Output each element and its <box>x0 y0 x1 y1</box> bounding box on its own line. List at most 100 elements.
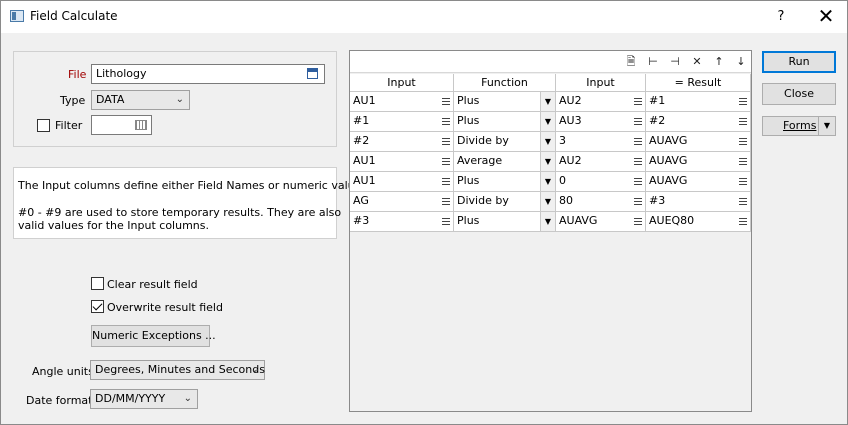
calculation-grid-panel: 🗎 ⊢ ⊣ ✕ ↑ ↓ Input Function Input = Resul… <box>349 50 752 412</box>
function-cell[interactable]: Divide by ▼ <box>454 132 556 152</box>
field-menu-icon[interactable] <box>442 198 450 205</box>
function-cell[interactable]: Average ▼ <box>454 152 556 172</box>
field-menu-icon[interactable] <box>634 118 642 125</box>
input-1-cell[interactable]: AG <box>350 192 454 212</box>
field-menu-icon[interactable] <box>739 98 747 105</box>
input-2-cell[interactable]: AU2 <box>556 92 646 112</box>
table-row[interactable]: #2 Divide by ▼ 3 AUAVG <box>350 132 751 152</box>
table-row[interactable]: #1 Plus ▼ AU3 #2 <box>350 112 751 132</box>
input-2-cell[interactable]: AU3 <box>556 112 646 132</box>
header-result[interactable]: = Result <box>646 74 751 92</box>
field-menu-icon[interactable] <box>739 178 747 185</box>
move-up-icon[interactable]: ↑ <box>711 54 727 70</box>
table-row[interactable]: AG Divide by ▼ 80 #3 <box>350 192 751 212</box>
function-cell[interactable]: Plus ▼ <box>454 212 556 232</box>
append-row-icon[interactable]: ⊣ <box>667 54 683 70</box>
table-row[interactable]: AU1 Plus ▼ 0 AUAVG <box>350 172 751 192</box>
browse-file-icon[interactable] <box>307 68 318 79</box>
file-label: File <box>68 68 87 81</box>
field-menu-icon[interactable] <box>634 198 642 205</box>
result-cell[interactable]: AUAVG <box>646 172 751 192</box>
field-menu-icon[interactable] <box>739 158 747 165</box>
function-cell[interactable]: Plus ▼ <box>454 92 556 112</box>
field-menu-icon[interactable] <box>442 98 450 105</box>
dropdown-arrow-icon[interactable]: ▼ <box>540 112 555 131</box>
header-input-1[interactable]: Input <box>350 74 454 92</box>
dropdown-arrow-icon[interactable]: ▼ <box>540 92 555 111</box>
input-1-cell[interactable]: #3 <box>350 212 454 232</box>
date-format-select[interactable]: DD/MM/YYYY ⌄ <box>90 389 198 409</box>
type-select[interactable]: DATA ⌄ <box>91 90 190 110</box>
input-2-cell[interactable]: 80 <box>556 192 646 212</box>
input-1-cell[interactable]: #2 <box>350 132 454 152</box>
filter-input[interactable] <box>91 115 152 135</box>
field-menu-icon[interactable] <box>442 178 450 185</box>
input-2-cell[interactable]: AU2 <box>556 152 646 172</box>
function-cell[interactable]: Plus ▼ <box>454 112 556 132</box>
clear-result-checkbox[interactable] <box>91 277 104 290</box>
field-menu-icon[interactable] <box>739 218 747 225</box>
header-function[interactable]: Function <box>454 74 556 92</box>
field-menu-icon[interactable] <box>634 138 642 145</box>
input-1-cell[interactable]: AU1 <box>350 172 454 192</box>
forms-button[interactable]: Forms ▼ <box>762 116 836 136</box>
delete-row-icon[interactable]: ✕ <box>689 54 705 70</box>
dropdown-arrow-icon[interactable]: ▼ <box>540 132 555 151</box>
chevron-down-icon: ⌄ <box>183 393 192 404</box>
field-menu-icon[interactable] <box>739 198 747 205</box>
field-menu-icon[interactable] <box>634 218 642 225</box>
input-1-cell[interactable]: AU1 <box>350 92 454 112</box>
table-row[interactable]: AU1 Plus ▼ AU2 #1 <box>350 92 751 112</box>
insert-row-icon[interactable]: ⊢ <box>645 54 661 70</box>
numeric-exceptions-button[interactable]: Numeric Exceptions ... <box>91 325 216 347</box>
field-menu-icon[interactable] <box>739 118 747 125</box>
result-cell[interactable]: AUAVG <box>646 152 751 172</box>
run-button[interactable]: Run <box>762 51 836 73</box>
forms-label: Forms <box>783 119 817 132</box>
input-2-cell[interactable]: 0 <box>556 172 646 192</box>
result-cell[interactable]: AUAVG <box>646 132 751 152</box>
filter-checkbox[interactable] <box>37 119 50 132</box>
function-cell[interactable]: Plus ▼ <box>454 172 556 192</box>
close-button[interactable]: Close <box>762 83 836 105</box>
cell-text: AUAVG <box>649 174 688 187</box>
angle-units-select[interactable]: Degrees, Minutes and Seconds ⌄ <box>90 360 265 380</box>
field-menu-icon[interactable] <box>739 138 747 145</box>
table-row[interactable]: AU1 Average ▼ AU2 AUAVG <box>350 152 751 172</box>
new-row-icon[interactable]: 🗎 <box>623 54 639 70</box>
result-cell[interactable]: #1 <box>646 92 751 112</box>
overwrite-result-checkbox[interactable] <box>91 300 104 313</box>
input-2-cell[interactable]: AUAVG <box>556 212 646 232</box>
function-cell[interactable]: Divide by ▼ <box>454 192 556 212</box>
field-menu-icon[interactable] <box>442 118 450 125</box>
dropdown-arrow-icon[interactable]: ▼ <box>540 152 555 171</box>
field-menu-icon[interactable] <box>634 98 642 105</box>
input-1-cell[interactable]: AU1 <box>350 152 454 172</box>
result-cell[interactable]: #3 <box>646 192 751 212</box>
cell-text: #2 <box>353 134 370 147</box>
angle-units-value: Degrees, Minutes and Seconds <box>95 363 265 376</box>
move-down-icon[interactable]: ↓ <box>733 54 749 70</box>
table-row[interactable]: #3 Plus ▼ AUAVG AUEQ80 <box>350 212 751 232</box>
filter-picker-icon[interactable] <box>135 120 147 130</box>
forms-dropdown-icon[interactable]: ▼ <box>818 117 835 135</box>
field-menu-icon[interactable] <box>442 218 450 225</box>
result-cell[interactable]: #2 <box>646 112 751 132</box>
help-button[interactable]: ? <box>771 7 791 27</box>
dropdown-arrow-icon[interactable]: ▼ <box>540 212 555 231</box>
result-cell[interactable]: AUEQ80 <box>646 212 751 232</box>
dropdown-arrow-icon[interactable]: ▼ <box>540 172 555 191</box>
header-input-2[interactable]: Input <box>556 74 646 92</box>
file-input[interactable]: Lithology <box>91 64 325 84</box>
field-menu-icon[interactable] <box>634 158 642 165</box>
field-menu-icon[interactable] <box>442 138 450 145</box>
close-window-button[interactable]: ✕ <box>813 6 839 28</box>
field-menu-icon[interactable] <box>634 178 642 185</box>
cell-text: AU2 <box>559 154 582 167</box>
field-menu-icon[interactable] <box>442 158 450 165</box>
cell-text: Plus <box>457 214 480 227</box>
dropdown-arrow-icon[interactable]: ▼ <box>540 192 555 211</box>
cell-text: AUAVG <box>559 214 598 227</box>
input-1-cell[interactable]: #1 <box>350 112 454 132</box>
input-2-cell[interactable]: 3 <box>556 132 646 152</box>
